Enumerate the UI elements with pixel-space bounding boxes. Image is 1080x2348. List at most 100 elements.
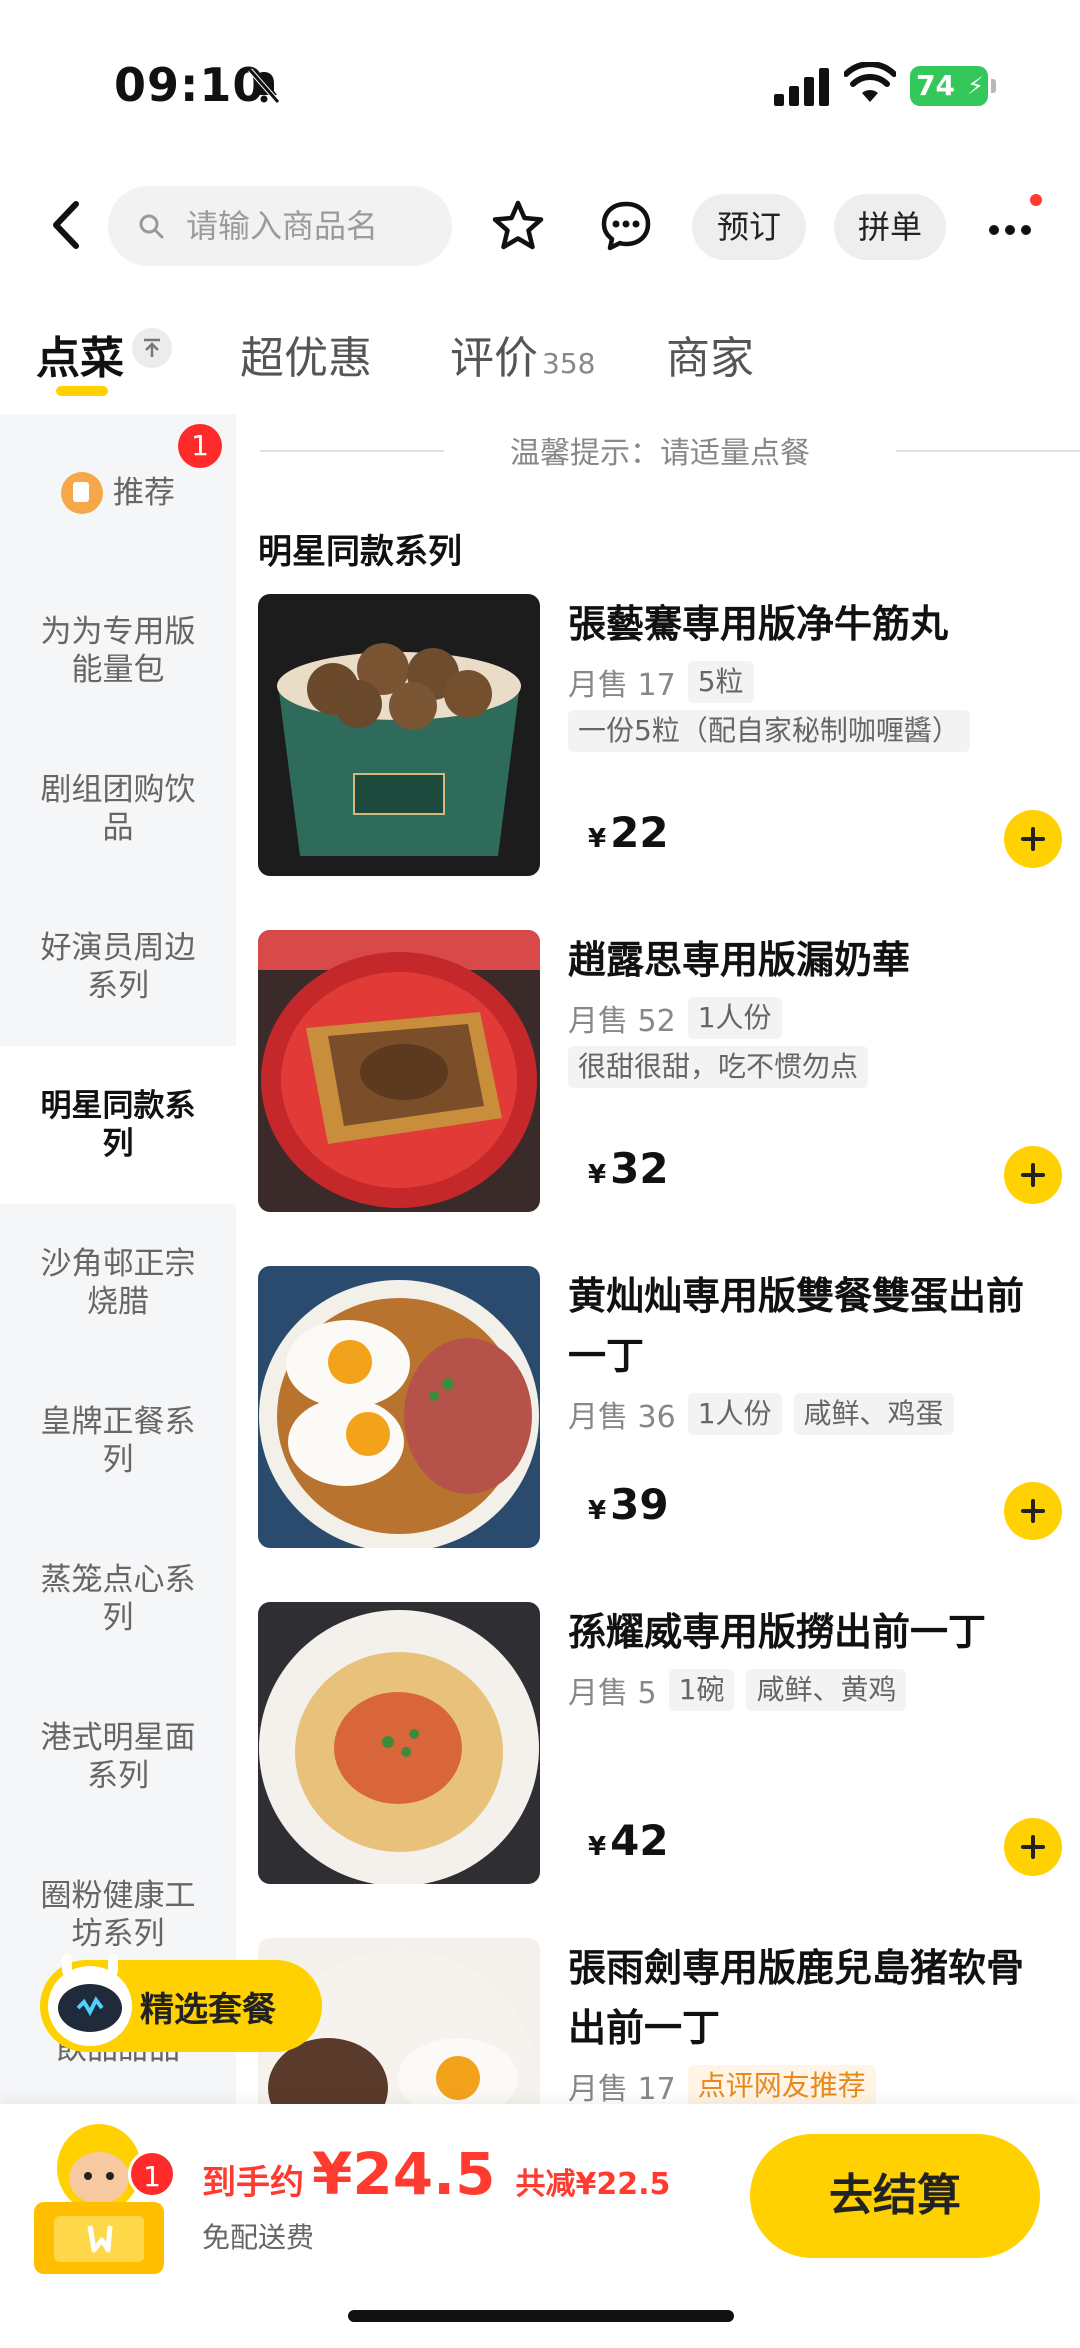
sidebar-item-label: 蒸笼点心系列 bbox=[40, 1562, 196, 1636]
battery-indicator: 74 ⚡ bbox=[910, 66, 996, 106]
category-sidebar: 推荐 1 为为专用版能量包 剧组团购饮品 好演员周边系列 明星同款系列 沙角邨正… bbox=[0, 414, 236, 2104]
sidebar-item-label: 为为专用版能量包 bbox=[40, 614, 196, 688]
item-price: ¥32 bbox=[588, 1144, 669, 1193]
add-to-cart-button[interactable] bbox=[1004, 1482, 1062, 1540]
pay-label: 到手约 bbox=[202, 2163, 304, 2203]
chat-bubble-icon[interactable] bbox=[598, 198, 654, 254]
sidebar-item-energy-pack[interactable]: 为为专用版能量包 bbox=[0, 572, 236, 730]
item-description: 很甜很甜，吃不惯勿点 bbox=[568, 1046, 869, 1088]
charging-bolt-icon: ⚡ bbox=[967, 72, 984, 100]
sidebar-item-crew-drinks[interactable]: 剧组团购饮品 bbox=[0, 730, 236, 888]
currency-symbol: ¥ bbox=[588, 1496, 607, 1526]
back-arrow-icon[interactable] bbox=[46, 198, 86, 252]
menu-item[interactable]: 孫耀威専用版撈出前一丁 月售 5 1碗 咸鲜、黄鸡 ¥42 bbox=[258, 1602, 1062, 1892]
recommend-badge: 1 bbox=[178, 424, 222, 468]
menu-list: 温馨提示：请适量点餐 明星同款系列 張藝騫専用版净牛筋丸 月售 17 5粒 一份… bbox=[236, 414, 1080, 2104]
item-description: 一份5粒（配自家秘制咖喱醬） bbox=[568, 710, 970, 752]
price-value: 32 bbox=[610, 1144, 669, 1193]
sidebar-item-label: 皇牌正餐系列 bbox=[40, 1404, 196, 1478]
item-tag: 点评网友推荐 bbox=[687, 2065, 876, 2104]
sidebar-item-celebrity-series[interactable]: 明星同款系列 bbox=[0, 1046, 236, 1204]
robot-mascot-icon bbox=[48, 1954, 132, 2046]
menu-item[interactable]: 黄灿灿専用版雙餐雙蛋出前一丁 月售 36 1人份 咸鲜、鸡蛋 ¥39 bbox=[258, 1266, 1062, 1556]
reserve-button[interactable]: 预订 bbox=[692, 194, 806, 260]
menu-item[interactable]: 趙露思専用版漏奶華 月售 52 1人份 很甜很甜，吃不惯勿点 ¥32 bbox=[258, 930, 1062, 1220]
tab-reviews-label: 评价 bbox=[450, 333, 538, 384]
sidebar-item-label: 港式明星面系列 bbox=[40, 1720, 196, 1794]
item-name: 張藝騫専用版净牛筋丸 bbox=[568, 602, 949, 646]
item-price: ¥22 bbox=[588, 808, 669, 857]
add-to-cart-button[interactable] bbox=[1004, 1818, 1062, 1876]
monthly-sales: 月售 5 bbox=[568, 1676, 657, 1711]
item-tag: 1人份 bbox=[687, 997, 782, 1039]
menu-item[interactable]: 張雨劍専用版鹿兒島猪软骨出前一丁 月售 17 点评网友推荐 bbox=[258, 1938, 1058, 2104]
checkout-button[interactable]: 去结算 bbox=[750, 2134, 1040, 2258]
sidebar-item-noodles[interactable]: 港式明星面系列 bbox=[0, 1678, 236, 1836]
item-tag: 1人份 bbox=[687, 1393, 782, 1435]
sidebar-item-label: 推荐 bbox=[113, 475, 175, 511]
item-meta: 月售 52 1人份 bbox=[568, 996, 782, 1040]
section-title: 明星同款系列 bbox=[258, 532, 462, 572]
clock: 09:10 bbox=[114, 58, 266, 112]
tab-bar: 点菜 超优惠 评价 358 商家 bbox=[0, 312, 1080, 412]
featured-combo-button[interactable]: 精选套餐 bbox=[40, 1954, 322, 2052]
monthly-sales: 月售 52 bbox=[568, 1004, 676, 1039]
active-tab-indicator bbox=[56, 386, 108, 396]
recommend-icon bbox=[61, 472, 103, 514]
arrow-up-icon bbox=[144, 338, 160, 357]
item-tag: 1碗 bbox=[668, 1669, 735, 1711]
item-name: 趙露思専用版漏奶華 bbox=[568, 938, 911, 982]
price-value: 39 bbox=[610, 1480, 669, 1529]
ordering-tip: 温馨提示：请适量点餐 bbox=[260, 414, 1080, 486]
search-box[interactable] bbox=[108, 186, 452, 266]
tab-order[interactable]: 点菜 bbox=[36, 322, 124, 386]
review-count: 358 bbox=[542, 347, 596, 380]
sidebar-item-actor-merch[interactable]: 好演员周边系列 bbox=[0, 888, 236, 1046]
more-icon[interactable] bbox=[984, 208, 1044, 252]
tab-reviews[interactable]: 评价 358 bbox=[450, 322, 595, 386]
tab-merchant[interactable]: 商家 bbox=[666, 322, 754, 386]
group-order-button[interactable]: 拼单 bbox=[834, 194, 946, 260]
sidebar-item-main-meals[interactable]: 皇牌正餐系列 bbox=[0, 1362, 236, 1520]
favorite-star-icon[interactable] bbox=[490, 198, 546, 254]
item-tag: 咸鲜、黄鸡 bbox=[746, 1669, 907, 1711]
savings-text[interactable]: 共减¥22.5 bbox=[515, 2159, 670, 2203]
sidebar-item-roast-meat[interactable]: 沙角邨正宗烧腊 bbox=[0, 1204, 236, 1362]
tab-deals[interactable]: 超优惠 bbox=[240, 322, 372, 386]
sidebar-item-label: 剧组团购饮品 bbox=[40, 772, 196, 846]
battery-level: 74 bbox=[916, 69, 955, 102]
tip-text: 温馨提示：请适量点餐 bbox=[510, 436, 810, 471]
monthly-sales: 月售 17 bbox=[568, 2072, 676, 2104]
sidebar-item-label: 沙角邨正宗烧腊 bbox=[40, 1246, 196, 1320]
delivery-fee-text: 免配送费 bbox=[202, 2221, 315, 2254]
price-value: 42 bbox=[610, 1816, 669, 1865]
egg-noodles-photo bbox=[258, 1266, 540, 1548]
add-to-cart-button[interactable] bbox=[1004, 810, 1062, 868]
notification-dot bbox=[1030, 194, 1042, 206]
beef-balls-photo bbox=[258, 594, 540, 876]
price-summary: 到手约 ¥24.5 共减¥22.5 bbox=[202, 2140, 670, 2208]
cart-count-badge: 1 bbox=[128, 2150, 176, 2198]
search-input[interactable] bbox=[186, 207, 416, 245]
divider bbox=[260, 450, 444, 452]
currency-symbol: ¥ bbox=[588, 1832, 607, 1862]
mute-bell-icon bbox=[248, 68, 280, 104]
wifi-icon bbox=[844, 62, 896, 102]
monthly-sales: 月售 17 bbox=[568, 668, 676, 703]
pay-amount: ¥24.5 bbox=[312, 2140, 496, 2208]
item-meta: 月售 5 1碗 咸鲜、黄鸡 bbox=[568, 1668, 907, 1712]
combo-label: 精选套餐 bbox=[140, 1990, 276, 2030]
item-price: ¥39 bbox=[588, 1480, 669, 1529]
pin-top-icon[interactable] bbox=[132, 328, 172, 368]
status-bar: 09:10 74 ⚡ bbox=[0, 0, 1080, 150]
price-value: 22 bbox=[610, 808, 669, 857]
cellular-signal-icon bbox=[774, 68, 829, 106]
menu-item[interactable]: 張藝騫専用版净牛筋丸 月售 17 5粒 一份5粒（配自家秘制咖喱醬） ¥22 bbox=[258, 594, 1062, 884]
search-icon bbox=[139, 214, 164, 239]
sidebar-item-dim-sum[interactable]: 蒸笼点心系列 bbox=[0, 1520, 236, 1678]
item-tag: 5粒 bbox=[687, 661, 754, 703]
item-name: 黄灿灿専用版雙餐雙蛋出前一丁 bbox=[568, 1274, 1025, 1378]
divider bbox=[896, 450, 1080, 452]
add-to-cart-button[interactable] bbox=[1004, 1146, 1062, 1204]
sidebar-item-label: 圈粉健康工坊系列 bbox=[40, 1878, 196, 1952]
